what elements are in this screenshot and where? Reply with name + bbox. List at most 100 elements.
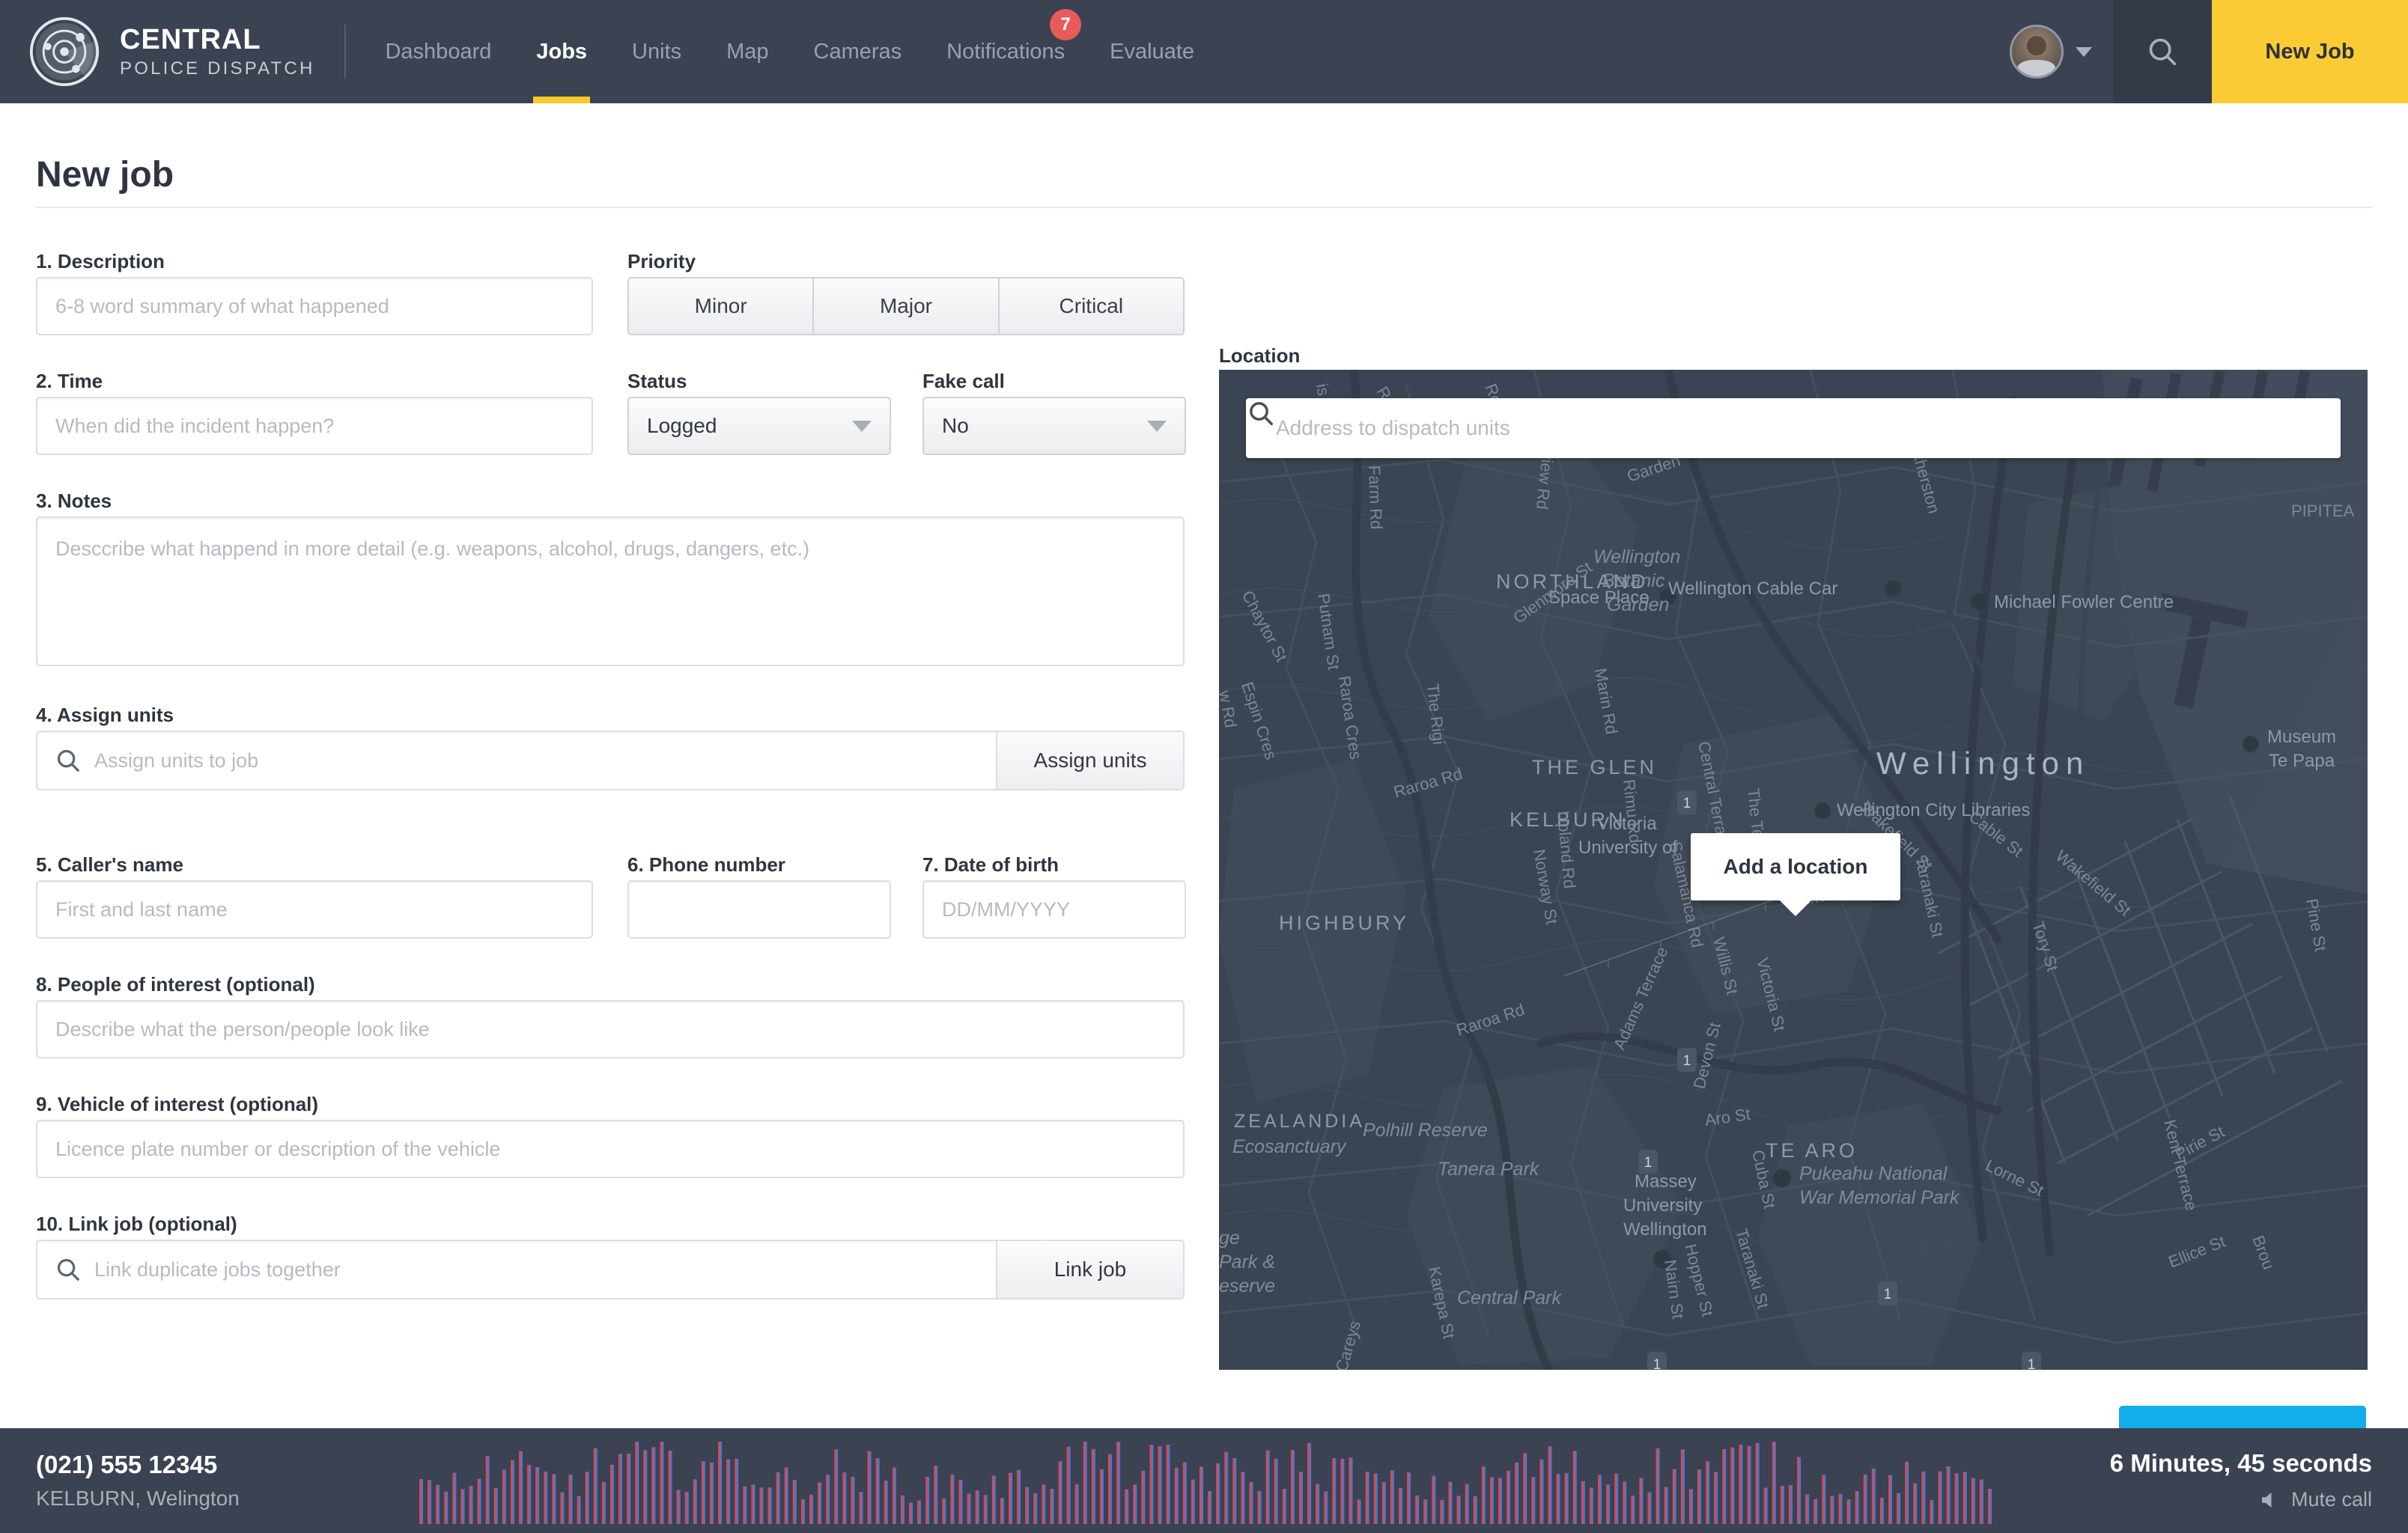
svg-text:1: 1	[2028, 1357, 2036, 1370]
label-fake-call: Fake call	[922, 370, 1005, 392]
svg-text:Wellington: Wellington	[1623, 1219, 1707, 1240]
nav-label: Evaluate	[1110, 39, 1195, 64]
svg-text:Central Park: Central Park	[1457, 1287, 1562, 1308]
vehicle-of-interest-input[interactable]: Licence plate number or description of t…	[36, 1120, 1185, 1178]
link-job-button[interactable]: Link job	[996, 1241, 1183, 1298]
date-of-birth-placeholder: DD/MM/YYYY	[942, 897, 1071, 921]
mute-call-button[interactable]: Mute call	[2258, 1488, 2372, 1511]
nav-label: Units	[632, 39, 682, 64]
caller-phone-number: (021) 555 12345	[36, 1451, 218, 1478]
callers-name-placeholder: First and last name	[55, 897, 228, 921]
header-search-button[interactable]	[2113, 0, 2212, 103]
label-people-of-interest: 8. People of interest (optional)	[36, 973, 315, 996]
svg-text:Farm Rd: Farm Rd	[1365, 465, 1386, 529]
date-of-birth-input[interactable]: DD/MM/YYYY	[922, 880, 1186, 939]
svg-text:1: 1	[1683, 1053, 1691, 1069]
user-menu[interactable]	[2010, 0, 2113, 103]
phone-number-input[interactable]	[627, 880, 891, 939]
svg-text:Ecosanctuary: Ecosanctuary	[1232, 1136, 1347, 1157]
app-header: CENTRAL POLICE DISPATCH Dashboard Jobs U…	[0, 0, 2408, 103]
description-input[interactable]: 6-8 word summary of what happened	[36, 277, 593, 335]
nav-item-evaluate[interactable]: Evaluate	[1087, 0, 1217, 103]
svg-text:Wellington Cable Car: Wellington Cable Car	[1668, 579, 1837, 599]
svg-text:War Memorial Park: War Memorial Park	[1799, 1187, 1960, 1208]
assign-units-combo[interactable]: Assign units to job Assign units	[36, 731, 1185, 790]
svg-text:TE ARO: TE ARO	[1766, 1139, 1858, 1162]
priority-option-major[interactable]: Major	[814, 278, 1000, 334]
caller-location: KELBURN, Welington	[36, 1487, 240, 1510]
nav-label: Notifications	[946, 39, 1065, 64]
nav-label: Map	[726, 39, 769, 64]
svg-text:Museum: Museum	[2267, 727, 2336, 747]
nav-item-units[interactable]: Units	[609, 0, 704, 103]
notifications-badge: 7	[1050, 9, 1082, 40]
svg-text:PIPITEA: PIPITEA	[2291, 502, 2355, 520]
svg-text:Botanic: Botanic	[1602, 570, 1665, 591]
address-search-input[interactable]: Address to dispatch units	[1246, 398, 2341, 458]
mute-call-label: Mute call	[2290, 1488, 2372, 1511]
svg-text:ZEALANDIA: ZEALANDIA	[1234, 1111, 1365, 1132]
address-search-placeholder: Address to dispatch units	[1276, 416, 1510, 439]
label-time: 2. Time	[36, 370, 103, 392]
title-divider	[36, 207, 2372, 208]
svg-text:Park &: Park &	[1219, 1252, 1275, 1273]
svg-text:THE GLEN: THE GLEN	[1532, 756, 1657, 778]
svg-text:Massey: Massey	[1635, 1171, 1697, 1192]
link-job-combo[interactable]: Link duplicate jobs together Link job	[36, 1240, 1185, 1299]
fake-call-value: No	[942, 414, 969, 437]
add-location-tooltip[interactable]: Add a location	[1691, 833, 1900, 900]
speaker-icon	[2258, 1489, 2281, 1511]
new-job-button[interactable]: New Job	[2212, 0, 2408, 103]
nav-label: Cameras	[813, 39, 902, 64]
nav-item-jobs[interactable]: Jobs	[514, 0, 609, 103]
label-description: 1. Description	[36, 250, 165, 272]
brand-title: CENTRAL	[120, 24, 261, 55]
svg-text:Pukeahu National: Pukeahu National	[1799, 1163, 1948, 1184]
label-phone-number: 6. Phone number	[627, 853, 785, 876]
nav-item-map[interactable]: Map	[704, 0, 791, 103]
label-location: Location	[1219, 344, 1301, 367]
audio-waveform	[419, 1442, 1992, 1524]
assign-units-input[interactable]: Assign units to job	[37, 732, 996, 789]
time-placeholder: When did the incident happen?	[55, 414, 335, 437]
nav-label: Dashboard	[385, 39, 492, 64]
page-title: New job	[36, 155, 174, 195]
priority-option-minor[interactable]: Minor	[629, 278, 815, 334]
nav-item-cameras[interactable]: Cameras	[791, 0, 925, 103]
svg-text:1: 1	[1884, 1287, 1892, 1302]
avatar[interactable]	[2010, 25, 2064, 79]
call-footer: (021) 555 12345 KELBURN, Welington 6 Min…	[0, 1428, 2408, 1533]
nav-item-dashboard[interactable]: Dashboard	[362, 0, 514, 103]
priority-option-critical[interactable]: Critical	[999, 278, 1183, 334]
status-select[interactable]: Logged	[627, 397, 891, 455]
priority-segmented-control[interactable]: Minor Major Critical	[627, 277, 1185, 335]
page-body: New job 1. Description 6-8 word summary …	[0, 103, 2408, 1470]
main-nav: Dashboard Jobs Units Map Cameras Notific…	[362, 0, 1217, 103]
callers-name-input[interactable]: First and last name	[36, 880, 593, 939]
notes-placeholder: Desccribe what happend in more detail (e…	[55, 537, 810, 560]
time-input[interactable]: When did the incident happen?	[36, 397, 593, 455]
status-value: Logged	[647, 414, 717, 437]
svg-text:Wellington: Wellington	[1876, 746, 2090, 781]
fake-call-select[interactable]: No	[922, 397, 1186, 455]
nav-label: Jobs	[536, 39, 588, 64]
description-placeholder: 6-8 word summary of what happened	[55, 294, 389, 317]
chevron-down-icon	[852, 420, 872, 432]
svg-text:1: 1	[1644, 1155, 1653, 1171]
assign-units-placeholder: Assign units to job	[94, 749, 259, 772]
people-of-interest-input[interactable]: Describe what the person/people look lik…	[36, 1000, 1185, 1058]
label-callers-name: 5. Caller's name	[36, 853, 183, 876]
label-date-of-birth: 7. Date of birth	[922, 853, 1059, 876]
notes-textarea[interactable]: Desccribe what happend in more detail (e…	[36, 516, 1185, 666]
link-job-input[interactable]: Link duplicate jobs together	[37, 1241, 996, 1298]
assign-units-button[interactable]: Assign units	[996, 732, 1183, 789]
svg-text:Te Papa: Te Papa	[2269, 751, 2335, 771]
search-icon	[54, 1255, 82, 1284]
nav-item-notifications[interactable]: Notifications 7	[924, 0, 1087, 103]
chevron-down-icon	[2076, 46, 2092, 57]
label-link-job: 10. Link job (optional)	[36, 1213, 237, 1235]
svg-text:1: 1	[1683, 796, 1691, 811]
header-spacer	[1217, 0, 2010, 103]
vehicle-of-interest-placeholder: Licence plate number or description of t…	[55, 1137, 501, 1160]
brand-subtitle: POLICE DISPATCH	[120, 58, 315, 79]
